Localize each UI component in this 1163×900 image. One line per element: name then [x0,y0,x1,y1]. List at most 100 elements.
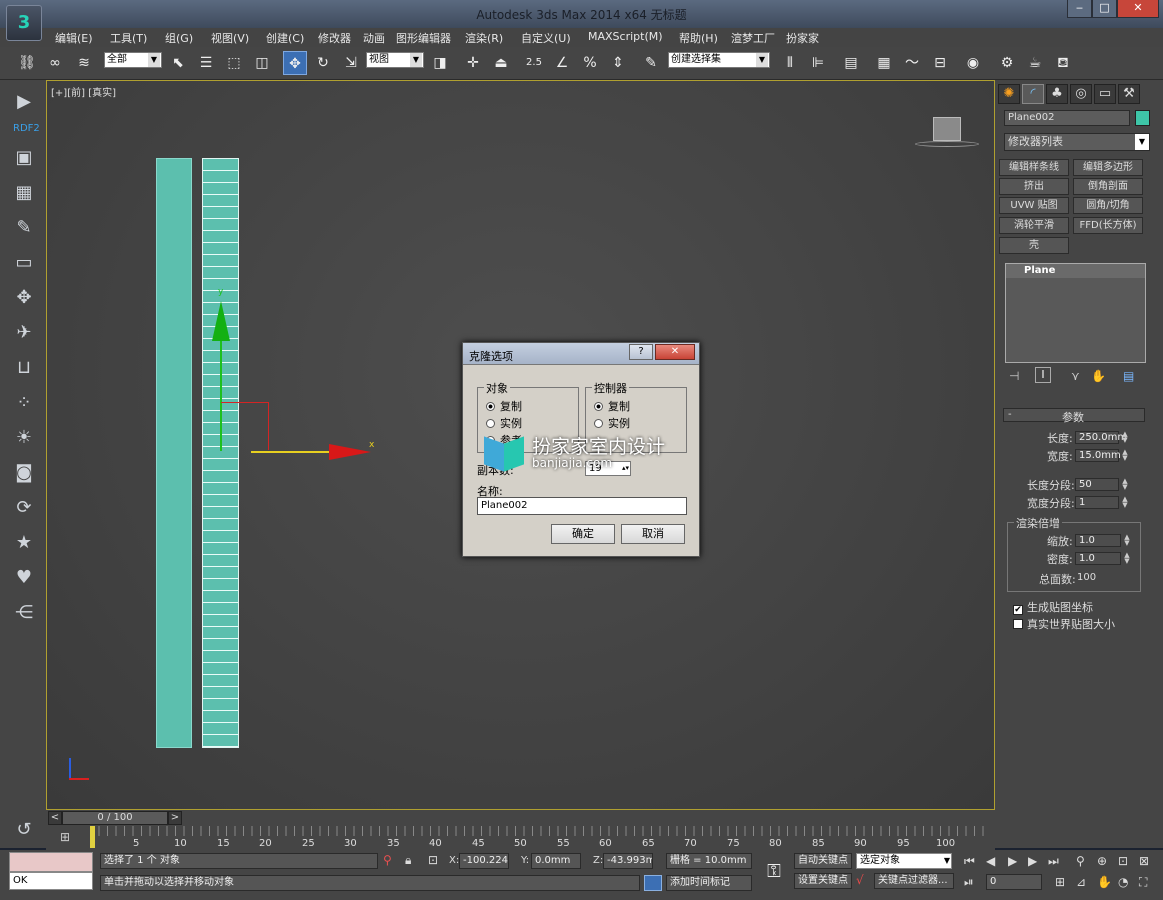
menu-modifiers[interactable]: 修改器 [318,30,351,46]
ok-button[interactable]: 确定 [551,524,615,544]
link-icon[interactable]: ⛓ [15,51,39,75]
key-icon[interactable]: ⚿ [757,853,791,891]
select-scale-icon[interactable]: ⇲ [339,51,363,75]
layer-manager-icon[interactable]: ▤ [839,51,863,75]
render-production-icon[interactable]: ⛾ [1051,51,1075,75]
scale-spinner[interactable]: 1.0 ▲ ▼ [1075,534,1130,547]
select-by-name-icon[interactable]: ☰ [194,51,218,75]
menu-maxscript[interactable]: MAXScript(M) [588,30,663,43]
mod-bevel-profile-button[interactable]: 倒角剖面 [1073,178,1143,195]
width-spinner[interactable]: 15.0mm ▲ ▼ [1075,449,1128,462]
gizmo-plane-handle[interactable] [221,402,269,450]
mod-ffd-box-button[interactable]: FFD(长方体) [1073,217,1143,234]
modify-tab-icon[interactable]: ◜ [1022,84,1044,104]
menu-edit[interactable]: 编辑(E) [55,30,93,46]
zoom-all-icon[interactable]: ⊕ [1097,854,1107,868]
display-tab-icon[interactable]: ▭ [1094,84,1116,104]
script-output-field[interactable]: OK [9,872,93,890]
heart-icon[interactable]: ♥ [12,566,36,590]
maxscript-listener-input[interactable] [9,852,93,872]
prev-frame-icon[interactable]: ◀ [986,854,995,868]
z-coord-field[interactable]: -43.993mm [603,853,653,869]
graphite-icon[interactable]: ▦ [872,51,896,75]
sun-icon[interactable]: ☀ [12,426,36,450]
menu-render-factory[interactable]: 渲梦工厂 [731,30,775,46]
radio-object-copy[interactable]: 复制 [486,398,522,414]
object-color-swatch[interactable] [1135,110,1150,126]
spinner-arrows-icon[interactable]: ▲ ▼ [1120,478,1130,491]
show-end-result-icon[interactable]: I [1035,367,1051,383]
menu-help[interactable]: 帮助(H) [679,30,718,46]
spinner-snap-icon[interactable]: ⇕ [606,51,630,75]
time-prev-button[interactable]: < [48,811,62,825]
render-setup-icon[interactable]: ⚙ [995,51,1019,75]
select-manipulate-icon[interactable]: ✛ [461,51,485,75]
percent-snap-icon[interactable]: % [578,51,602,75]
play-icon[interactable]: ▶ [1008,854,1017,868]
edit-icon[interactable]: ✎ [12,216,36,240]
absolute-mode-icon[interactable]: ⊡ [428,853,438,867]
remove-modifier-icon[interactable]: ✋ [1091,369,1106,383]
radio-controller-copy[interactable]: 复制 [594,398,630,414]
spinner-arrows-icon[interactable]: ▲ ▼ [1122,534,1132,547]
mod-shell-button[interactable]: 壳 [999,237,1069,254]
inbox-icon[interactable]: ⊔ [12,356,36,380]
real-world-checkbox[interactable]: 真实世界贴图大小 [1013,616,1115,632]
current-frame-marker[interactable] [90,826,95,848]
plane-icon[interactable]: ✈ [12,321,36,345]
time-config-icon[interactable]: ⊞ [1055,875,1065,889]
zoom-icon[interactable]: ⚲ [1076,854,1085,868]
radio-controller-instance[interactable]: 实例 [594,415,630,431]
menu-graph-editors[interactable]: 图形编辑器 [396,30,451,46]
key-mode-dropdown[interactable]: 选定对象 ▼ [856,853,952,869]
camera-icon[interactable]: ◙ [12,461,36,485]
maximize-button[interactable]: □ [1092,0,1117,18]
go-end-icon[interactable]: ⏭ [1048,854,1059,869]
named-selection-dropdown[interactable]: 创建选择集 ▼ [668,52,770,68]
material-editor-icon[interactable]: ◉ [961,51,985,75]
current-frame-field[interactable]: 0 [986,874,1042,890]
spinner-arrows-icon[interactable]: ▲ ▼ [1120,431,1130,444]
utilities-tab-icon[interactable]: ⚒ [1118,84,1140,104]
name-input[interactable]: Plane002 [477,497,687,515]
go-start-icon[interactable]: ⏮ [964,854,975,869]
gizmo-x-arrow-icon[interactable] [329,444,371,460]
menu-animation[interactable]: 动画 [363,30,385,46]
mod-turbosmooth-button[interactable]: 涡轮平滑 [999,217,1069,234]
mod-extrude-button[interactable]: 挤出 [999,178,1069,195]
menu-banjiajia[interactable]: 扮家家 [786,30,819,46]
angle-snap-icon[interactable]: ∠ [550,51,574,75]
next-frame-icon[interactable]: ▶ [1028,854,1037,868]
y-coord-field[interactable]: 0.0mm [531,853,581,869]
create-tab-icon[interactable]: ✺ [998,84,1020,104]
menu-create[interactable]: 创建(C) [266,30,304,46]
select-object-icon[interactable]: ⬉ [166,51,190,75]
width-segs-spinner[interactable]: 1 ▲ ▼ [1075,496,1128,509]
x-coord-field[interactable]: -100.224m [459,853,509,869]
maximize-viewport-icon[interactable]: ⛶ [1139,875,1147,890]
menu-tools[interactable]: 工具(T) [110,30,147,46]
pan-icon[interactable]: ✋ [1097,875,1112,889]
cancel-button[interactable]: 取消 [621,524,685,544]
modifier-stack[interactable]: Plane [1005,263,1146,363]
select-rotate-icon[interactable]: ↻ [311,51,335,75]
time-slider[interactable]: 0 / 100 [62,811,168,825]
zoom-extents-icon[interactable]: ⊡ [1118,854,1128,868]
stack-item-plane[interactable]: Plane [1006,264,1145,278]
menu-views[interactable]: 视图(V) [211,30,249,46]
pin-stack-icon[interactable]: ⊣ [1009,369,1019,383]
mirror-icon[interactable]: ⫴ [778,51,802,75]
plane-object-original[interactable] [156,158,192,748]
plane-object-selected[interactable] [202,158,239,748]
viewport-view-label[interactable]: [前] [67,88,85,99]
length-segs-spinner[interactable]: 50 ▲ ▼ [1075,478,1128,491]
back-icon[interactable]: ↺ [12,818,36,842]
mod-edit-spline-button[interactable]: 编辑样条线 [999,159,1069,176]
select-move-icon[interactable]: ✥ [283,51,307,75]
make-unique-icon[interactable]: ⋎ [1071,369,1080,383]
object-name-input[interactable]: Plane002 [1004,110,1130,126]
dots-icon[interactable]: ⁘ [12,391,36,415]
dialog-help-button[interactable]: ? [629,344,653,360]
track-bar[interactable]: ⊞ 5 10 15 20 25 30 35 40 45 50 55 60 65 … [46,826,995,850]
gen-mapping-checkbox[interactable]: ✔ 生成贴图坐标 [1013,599,1093,615]
